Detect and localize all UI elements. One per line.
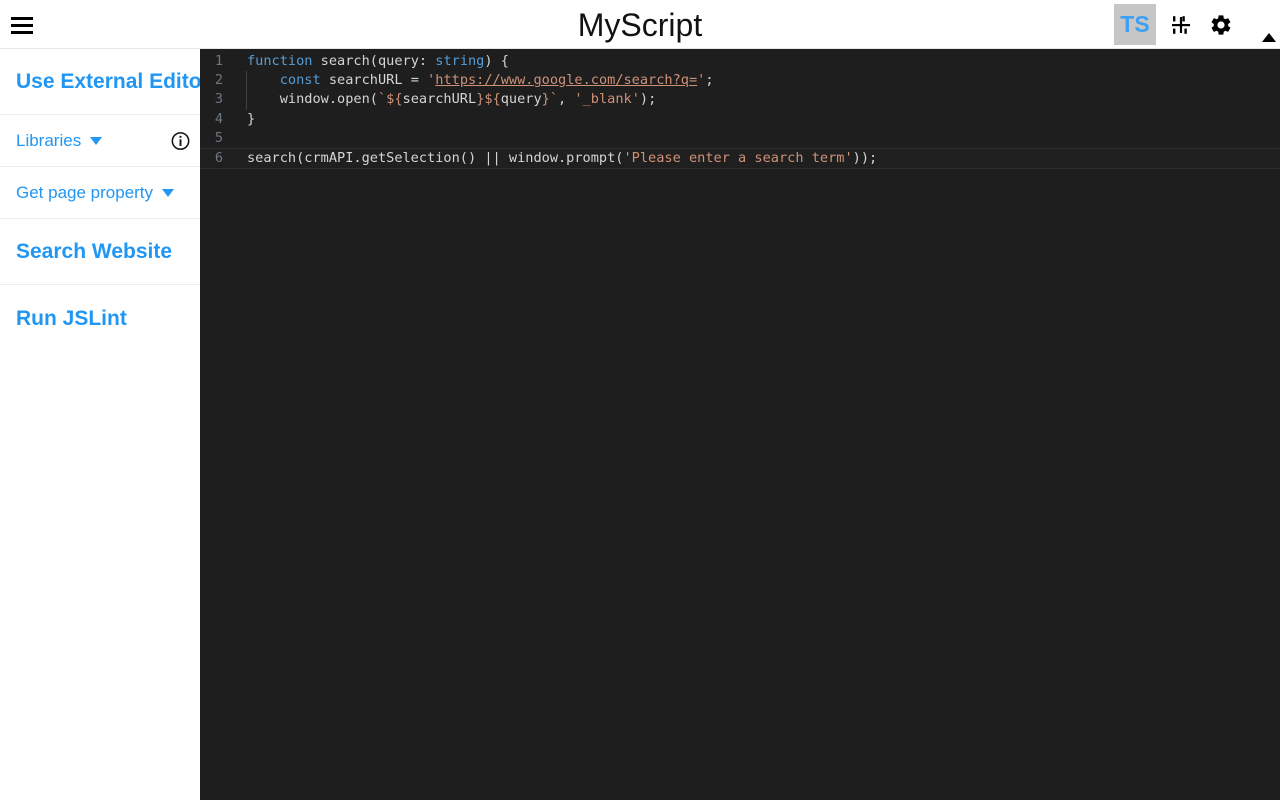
code-token: ` <box>550 91 558 107</box>
code-token: ) { <box>484 53 509 69</box>
code-line[interactable]: 4} <box>200 110 1280 129</box>
sidebar-item-get-page-property[interactable]: Get page property <box>0 167 200 219</box>
line-number: 5 <box>200 129 233 148</box>
collapse-arrows-icon[interactable] <box>1166 10 1196 40</box>
code-token: https://www.google.com/search?q= <box>435 72 697 88</box>
chevron-down-icon[interactable] <box>90 137 102 145</box>
sidebar-item-label: Libraries <box>16 132 81 149</box>
code-token: function <box>247 53 312 69</box>
indent-guide <box>246 71 247 90</box>
code-line-text[interactable]: search(crmAPI.getSelection() || window.p… <box>233 149 877 168</box>
line-number: 6 <box>200 149 233 168</box>
code-line-text[interactable]: function search(query: string) { <box>233 52 509 71</box>
code-line-text[interactable]: const searchURL = 'https://www.google.co… <box>233 71 714 90</box>
collapse-arrows-glyph <box>1171 15 1191 35</box>
code-token: window.open( <box>247 91 378 107</box>
code-token: ; <box>705 72 713 88</box>
code-token: , <box>558 91 574 107</box>
code-token: ); <box>640 91 656 107</box>
sidebar-item-label: Search Website <box>16 241 172 262</box>
code-token <box>247 72 280 88</box>
info-icon[interactable] <box>171 131 190 150</box>
code-editor[interactable]: 1function search(query: string) {2 const… <box>200 49 1280 800</box>
code-line[interactable]: 1function search(query: string) { <box>200 52 1280 71</box>
sidebar-item-label: Use External Editor <box>16 71 200 92</box>
code-token: search <box>321 53 370 69</box>
code-token: 'Please enter a search term' <box>623 150 852 166</box>
code-token: ` <box>378 91 386 107</box>
sidebar-item-label: Run JSLint <box>16 308 127 329</box>
code-token: string <box>435 53 484 69</box>
code-line[interactable]: 6 search(crmAPI.getSelection() || window.… <box>200 148 1280 169</box>
code-token: query <box>501 91 542 107</box>
code-token: const <box>280 72 321 88</box>
sidebar-item-libraries[interactable]: Libraries <box>0 115 200 167</box>
info-glyph <box>171 131 190 150</box>
code-token: searchURL <box>403 91 477 107</box>
code-line-text[interactable]: } <box>233 110 255 129</box>
code-token <box>312 53 320 69</box>
sidebar-item-use-external-editor[interactable]: Use External Editor <box>0 49 200 115</box>
code-token: ${ <box>484 91 500 107</box>
app-root: MyScript TS <box>0 0 1280 800</box>
code-line-text[interactable]: window.open(`${searchURL}${query}`, '_bl… <box>233 90 656 109</box>
sidebar-item-search-website[interactable]: Search Website <box>0 219 200 285</box>
sidebar-item-run-jslint[interactable]: Run JSLint <box>0 285 200 351</box>
code-token: )); <box>853 150 878 166</box>
language-badge[interactable]: TS <box>1114 4 1156 45</box>
code-line[interactable]: 3 window.open(`${searchURL}${query}`, '_… <box>200 90 1280 109</box>
sidebar-item-label: Get page property <box>16 184 153 201</box>
code-area[interactable]: 1function search(query: string) {2 const… <box>200 49 1280 169</box>
code-token: (query: <box>370 53 435 69</box>
gear-glyph <box>1209 13 1233 37</box>
code-token: ${ <box>386 91 402 107</box>
code-line[interactable]: 5 <box>200 129 1280 148</box>
line-number: 2 <box>200 71 233 90</box>
indent-guide <box>246 90 247 109</box>
line-number: 3 <box>200 90 233 109</box>
caret-up-icon[interactable] <box>1262 33 1276 42</box>
gear-icon[interactable] <box>1206 10 1236 40</box>
chevron-down-icon[interactable] <box>162 189 174 197</box>
code-token: } <box>542 91 550 107</box>
page-title: MyScript <box>0 6 1280 44</box>
code-line[interactable]: 2 const searchURL = 'https://www.google.… <box>200 71 1280 90</box>
line-number: 1 <box>200 52 233 71</box>
code-token: search(crmAPI.getSelection() || window.p… <box>247 150 623 166</box>
header-actions: TS <box>1114 3 1236 46</box>
code-token: '_blank' <box>574 91 639 107</box>
sidebar: Use External Editor Libraries Get page pro… <box>0 49 200 800</box>
app-header: MyScript TS <box>0 0 1280 49</box>
code-token: searchURL = <box>321 72 427 88</box>
line-number: 4 <box>200 110 233 129</box>
code-token: } <box>247 111 255 127</box>
